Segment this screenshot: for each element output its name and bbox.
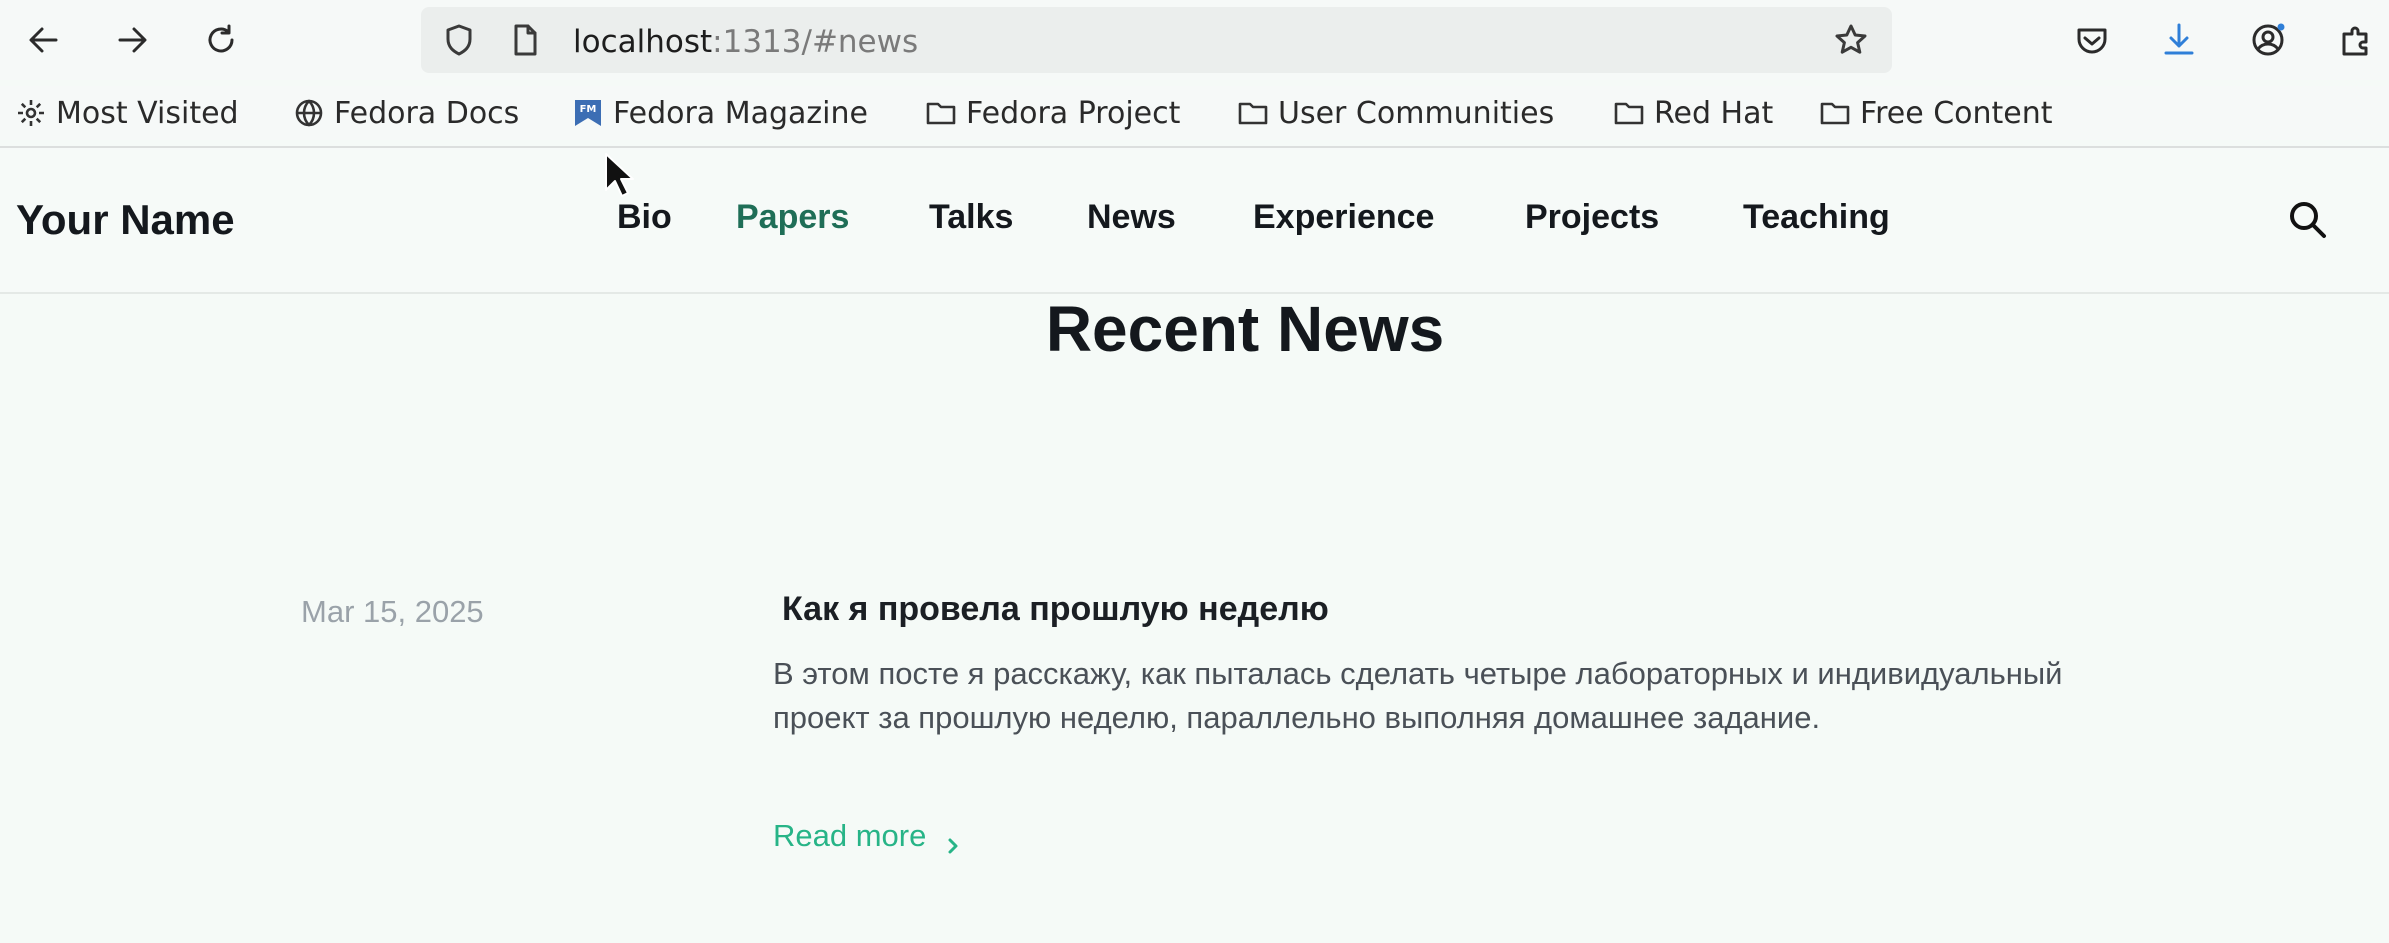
page-icon[interactable] (505, 20, 545, 60)
nav-talks[interactable]: Talks (929, 198, 1013, 237)
globe-icon (292, 96, 326, 130)
browser-toolbar: localhost:1313/#news (0, 0, 2389, 80)
bookmark-red-hat[interactable]: Red Hat (1612, 92, 1773, 134)
pocket-icon (2077, 28, 2107, 54)
url-host: localhost (573, 24, 713, 60)
nav-papers[interactable]: Papers (736, 198, 849, 237)
fm-badge-text: FM (580, 104, 597, 115)
bookmark-fedora-magazine[interactable]: FM Fedora Magazine (571, 92, 868, 134)
read-more-link[interactable]: Read more (773, 818, 962, 854)
nav-projects[interactable]: Projects (1525, 198, 1659, 237)
bookmark-label: Red Hat (1654, 95, 1774, 131)
nav-bio[interactable]: Bio (617, 198, 672, 237)
forward-button[interactable] (102, 8, 162, 72)
gear-icon (14, 96, 48, 130)
address-bar[interactable]: localhost:1313/#news (421, 7, 1892, 73)
extensions-button[interactable] (2326, 8, 2386, 72)
site-search-button[interactable] (2286, 198, 2330, 242)
account-button[interactable] (2238, 8, 2298, 72)
downloads-button[interactable] (2149, 8, 2209, 72)
bookmark-user-communities[interactable]: User Communities (1236, 92, 1554, 134)
bookmark-label: Fedora Project (966, 95, 1181, 131)
star-icon[interactable] (1831, 20, 1871, 60)
bookmarks-bar: Most Visited Fedora Docs FM Fedora Magaz… (0, 86, 2389, 140)
bookmark-label: User Communities (1278, 95, 1555, 131)
nav-experience[interactable]: Experience (1253, 198, 1434, 237)
back-button[interactable] (14, 8, 74, 72)
url-text[interactable]: localhost:1313/#news (573, 24, 918, 60)
bookmark-most-visited[interactable]: Most Visited (14, 92, 239, 134)
section-title: Recent News (1045, 293, 1445, 365)
read-more-label: Read more (773, 818, 927, 853)
nav-teaching[interactable]: Teaching (1743, 198, 1890, 237)
shield-icon[interactable] (439, 20, 479, 60)
news-title[interactable]: Как я провела прошлую неделю (782, 590, 1329, 629)
puzzle-icon (2342, 26, 2368, 56)
folder-icon (1612, 96, 1646, 130)
news-summary: В этом посте я расскажу, как пыталась сд… (773, 656, 2063, 735)
bookmark-label: Fedora Docs (334, 95, 520, 131)
download-icon (2164, 23, 2194, 55)
fedora-magazine-icon: FM (571, 96, 605, 130)
bookmark-fedora-project[interactable]: Fedora Project (924, 92, 1180, 134)
bookmark-label: Fedora Magazine (613, 95, 868, 131)
site-header: Your Name Bio Papers Talks News Experien… (0, 148, 2389, 294)
bookmark-label: Free Content (1860, 95, 2053, 131)
folder-icon (1818, 96, 1852, 130)
url-path: :1313/#news (712, 24, 919, 60)
account-icon (2252, 23, 2285, 56)
site-brand[interactable]: Your Name (16, 196, 235, 244)
nav-news[interactable]: News (1087, 198, 1176, 237)
arrow-right-icon (118, 27, 147, 53)
bookmark-free-content[interactable]: Free Content (1818, 92, 2053, 134)
bookmark-fedora-docs[interactable]: Fedora Docs (292, 92, 519, 134)
folder-icon (924, 96, 958, 130)
reload-icon (208, 24, 234, 53)
reload-button[interactable] (191, 8, 251, 72)
pocket-button[interactable] (2062, 8, 2122, 72)
arrow-left-icon (29, 27, 58, 53)
mouse-cursor-icon (605, 153, 634, 197)
news-date: Mar 15, 2025 (301, 594, 484, 629)
chevron-right-icon (944, 827, 962, 854)
search-icon (2290, 202, 2326, 238)
bookmark-label: Most Visited (56, 95, 239, 131)
folder-icon (1236, 96, 1270, 130)
